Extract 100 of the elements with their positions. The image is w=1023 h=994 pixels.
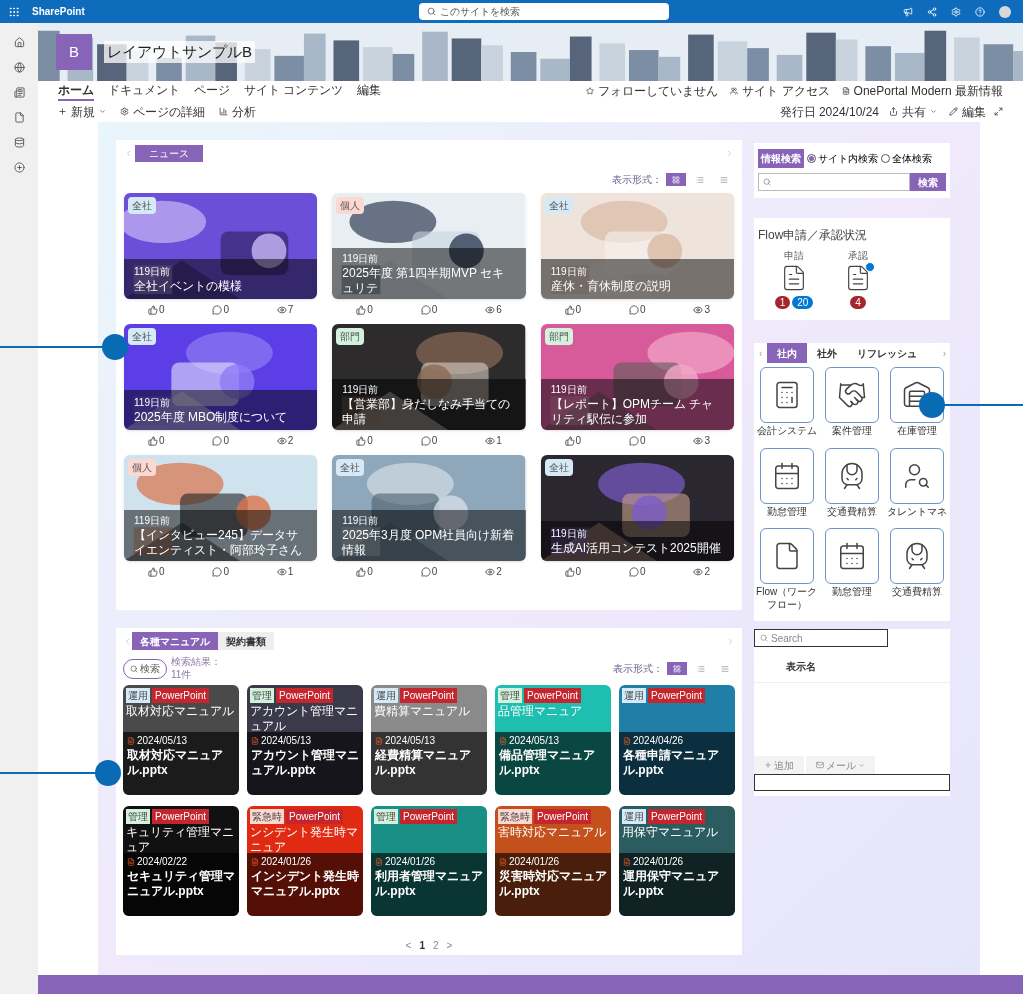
comment-count[interactable]: 0 — [420, 564, 438, 579]
tile-label[interactable]: 案件管理 — [820, 425, 884, 438]
library-tab[interactable]: 各種マニュアル — [132, 632, 218, 650]
comment-count[interactable]: 0 — [420, 433, 438, 448]
news-card[interactable]: 全社 119日前 産休・育休制度の説明 — [540, 193, 734, 299]
news-card[interactable]: 全社 119日前 生成AI活用コンテスト2025開催 — [540, 455, 734, 561]
app-tile[interactable] — [825, 447, 879, 504]
app-tile[interactable] — [890, 528, 945, 584]
like-count[interactable]: 0 — [356, 302, 373, 317]
news-tab[interactable]: ニュース — [135, 145, 203, 162]
page-number[interactable]: 2 — [433, 938, 439, 953]
like-count[interactable]: 0 — [147, 302, 165, 317]
page-number[interactable]: 1 — [419, 938, 425, 953]
tile-label[interactable]: 会計システム — [754, 425, 819, 438]
site-action-link[interactable]: フォローしていません — [586, 82, 719, 100]
tile-label[interactable]: 交通費精算 — [885, 586, 950, 599]
add-icon[interactable] — [13, 162, 25, 173]
globe-icon[interactable] — [13, 62, 25, 73]
link-tab[interactable]: リフレッシュ — [847, 343, 928, 363]
share-icon[interactable] — [927, 6, 937, 17]
next-page-button[interactable]: > — [446, 938, 453, 953]
like-count[interactable]: 0 — [356, 433, 373, 448]
document-card[interactable]: 緊急時 PowerPoint ンシデント発生時マニュア 2024/01/26 インシデント発生時マニュアル.pptx — [247, 806, 363, 916]
command-button[interactable]: 新規 — [58, 102, 106, 121]
count-badge[interactable]: 20 — [792, 296, 814, 309]
comment-count[interactable]: 0 — [212, 433, 229, 448]
app-launcher-icon[interactable] — [8, 5, 20, 18]
news-card[interactable]: 全社 119日前 全社イベントの模様 — [124, 193, 318, 299]
document-card[interactable]: 管理 PowerPoint 2024/01/26 利用者管理マニュアル.pptx — [371, 806, 487, 916]
settings-icon[interactable] — [951, 6, 961, 17]
comment-count[interactable]: 0 — [629, 302, 646, 317]
document-card[interactable]: 管理 PowerPoint アカウント管理マニュアル 2024/05/13 アカウント管理マニュアル.pptx — [247, 685, 363, 795]
comment-count[interactable]: 0 — [420, 302, 438, 317]
tile-label[interactable]: Flow（ワークフロー） — [754, 586, 819, 611]
news-card[interactable]: 個人 119日前 【インタビュー245】データサイエンティスト・阿部玲子さん — [124, 455, 318, 561]
help-icon[interactable] — [975, 6, 985, 17]
tile-label[interactable]: 勤怠管理 — [820, 586, 884, 599]
megaphone-icon[interactable] — [903, 6, 913, 17]
comment-count[interactable]: 0 — [212, 564, 229, 579]
site-action-link[interactable]: OnePortal Modern 最新情報 — [841, 82, 1003, 100]
document-card[interactable]: 管理 PowerPoint キュリティ管理マニュア 2024/02/22 セキュリティ管理マニュアル.pptx — [123, 806, 239, 916]
edit-button[interactable]: 編集 — [949, 102, 986, 121]
nav-link[interactable]: ページ — [194, 81, 230, 101]
like-count[interactable]: 0 — [564, 433, 582, 448]
document-card[interactable]: 管理 PowerPoint 品管理マニュア 2024/05/13 備品管理マニュアル.pptx — [495, 685, 611, 795]
site-logo[interactable]: B — [56, 34, 92, 70]
link-tab[interactable]: 社外 — [807, 343, 848, 363]
app-tile[interactable] — [825, 367, 879, 423]
like-count[interactable]: 0 — [564, 564, 582, 579]
app-name[interactable]: SharePoint — [32, 4, 85, 19]
tile-label[interactable]: 勤怠管理 — [754, 505, 819, 518]
radio-label[interactable]: サイト内検索 — [818, 151, 878, 166]
database-icon[interactable] — [13, 137, 25, 148]
avatar[interactable] — [999, 5, 1011, 18]
comment-count[interactable]: 0 — [629, 564, 646, 579]
count-badge[interactable]: 4 — [850, 296, 866, 309]
search-field[interactable]: Search — [754, 629, 888, 647]
search-button[interactable]: 検索 — [910, 173, 946, 191]
command-button[interactable]: ページの詳細 — [120, 102, 205, 121]
previous-page-button[interactable]: < — [405, 938, 412, 953]
nav-link[interactable]: ドキュメント — [108, 81, 180, 101]
tile-label[interactable]: 交通費精算 — [820, 505, 884, 518]
news-card[interactable]: 全社 119日前 2025年度 MBO制度について — [124, 324, 318, 430]
document-card[interactable]: 運用 PowerPoint 2024/04/26 各種申請マニュアル.pptx — [619, 685, 735, 795]
app-tile[interactable] — [825, 528, 879, 584]
radio-label[interactable]: 全体検索 — [892, 151, 932, 166]
search-field[interactable] — [758, 173, 910, 191]
document-card[interactable]: 緊急時 PowerPoint 害時対応マニュアル 2024/01/26 災害時対応マニュアル.pptx — [495, 806, 611, 916]
library-tab[interactable]: 契約書類 — [218, 632, 274, 650]
link-tab[interactable]: 社内 — [767, 343, 808, 363]
share-button[interactable]: 共有 — [889, 102, 937, 121]
count-badge[interactable]: 1 — [774, 296, 791, 309]
document-card[interactable]: 運用 PowerPoint 用保守マニュアル 2024/01/26 運用保守マニュアル.pptx — [619, 806, 735, 916]
card-view-button[interactable] — [667, 662, 687, 675]
news-card[interactable]: 個人 119日前 2025年度 第1四半期MVP セキュリテ — [332, 193, 526, 299]
app-tile[interactable] — [759, 528, 814, 584]
app-tile[interactable] — [759, 447, 814, 504]
comment-count[interactable]: 0 — [212, 302, 229, 317]
like-count[interactable]: 0 — [147, 564, 165, 579]
tile-label[interactable]: タレントマネ — [885, 505, 950, 518]
document-card[interactable]: 運用 PowerPoint 取材対応マニュアル 2024/05/13 取材対応マニュアル.pptx — [123, 685, 239, 795]
home-icon[interactable] — [13, 37, 25, 48]
news-card[interactable]: 全社 119日前 2025年3月度 OPM社員向け新着情報 — [332, 455, 526, 561]
tile-label[interactable]: 在庫管理 — [885, 425, 950, 438]
nav-link[interactable]: サイト コンテンツ — [244, 81, 344, 101]
like-count[interactable]: 0 — [356, 564, 373, 579]
news-icon[interactable] — [13, 87, 25, 98]
like-count[interactable]: 0 — [147, 433, 165, 448]
news-card[interactable]: 部門 119日前 【営業部】身だしなみ手当ての申請 — [332, 324, 526, 430]
radio-button[interactable] — [807, 154, 816, 163]
app-tile[interactable] — [759, 367, 814, 423]
document-card[interactable]: 運用 PowerPoint 費精算マニュアル 2024/05/13 経費精算マニュアル.pptx — [371, 685, 487, 795]
like-count[interactable]: 0 — [564, 302, 582, 317]
site-action-link[interactable]: サイト アクセス — [730, 82, 830, 100]
file-icon[interactable] — [13, 112, 25, 123]
nav-link[interactable]: ホーム — [58, 81, 94, 101]
card-view-button[interactable] — [666, 173, 686, 186]
news-card[interactable]: 部門 119日前 【レポート】OPMチーム チャリティ駅伝に参加 — [540, 324, 734, 430]
search-field[interactable]: このサイトを検索 — [418, 3, 669, 20]
comment-count[interactable]: 0 — [629, 433, 646, 448]
